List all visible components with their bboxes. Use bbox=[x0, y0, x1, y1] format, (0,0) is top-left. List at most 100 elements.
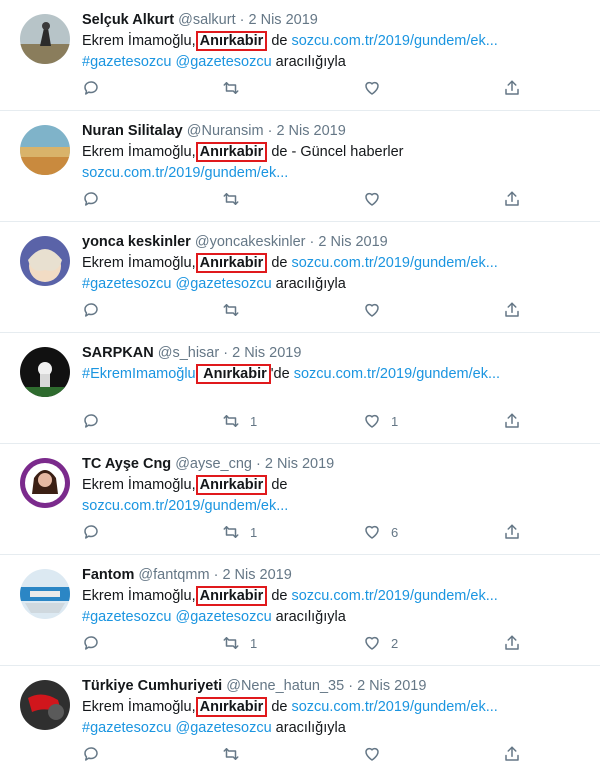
hashtag-link[interactable]: #gazetesozcu bbox=[82, 276, 171, 292]
user-handle[interactable]: @s_hisar bbox=[158, 345, 219, 361]
tweet-item[interactable]: Selçuk Alkurt @salkurt · 2 Nis 2019 Ekre… bbox=[0, 0, 600, 111]
tweet-date[interactable]: 2 Nis 2019 bbox=[276, 123, 345, 139]
like-button[interactable]: 2 bbox=[363, 633, 398, 653]
tweet-content: Nuran Silitalay @Nuransim · 2 Nis 2019 E… bbox=[82, 121, 592, 184]
tweet-item[interactable]: yonca keskinler @yoncakeskinler · 2 Nis … bbox=[0, 222, 600, 333]
separator-dot: · bbox=[213, 567, 219, 583]
avatar[interactable] bbox=[20, 125, 70, 175]
user-handle[interactable]: @yoncakeskinler bbox=[195, 234, 306, 250]
share-button[interactable] bbox=[503, 189, 521, 209]
user-handle[interactable]: @ayse_cng bbox=[175, 456, 252, 472]
tweet-date[interactable]: 2 Nis 2019 bbox=[318, 234, 387, 250]
user-handle[interactable]: @Nene_hatun_35 bbox=[226, 678, 344, 694]
highlighted-word: Anırkabir bbox=[195, 586, 268, 606]
display-name[interactable]: Fantom bbox=[82, 567, 134, 583]
avatar[interactable] bbox=[20, 680, 70, 730]
tweet-item[interactable]: Nuran Silitalay @Nuransim · 2 Nis 2019 E… bbox=[0, 111, 600, 222]
display-name[interactable]: TC Ayşe Cng bbox=[82, 456, 171, 472]
user-handle[interactable]: @Nuransim bbox=[187, 123, 264, 139]
avatar[interactable] bbox=[20, 569, 70, 619]
tweet-date[interactable]: 2 Nis 2019 bbox=[265, 456, 334, 472]
separator-dot: · bbox=[267, 123, 273, 139]
like-button[interactable] bbox=[363, 78, 391, 98]
share-button[interactable] bbox=[503, 411, 521, 431]
share-button[interactable] bbox=[503, 633, 521, 653]
retweet-button[interactable]: 1 bbox=[222, 411, 257, 431]
mention-link[interactable]: @gazetesozcu bbox=[176, 609, 272, 625]
highlighted-word: Anırkabir bbox=[195, 31, 268, 51]
like-button[interactable]: 1 bbox=[363, 411, 398, 431]
article-link[interactable]: sozcu.com.tr/2019/gundem/ek... bbox=[82, 498, 288, 514]
user-handle[interactable]: @fantqmm bbox=[138, 567, 209, 583]
reply-button[interactable] bbox=[82, 633, 100, 653]
avatar[interactable] bbox=[20, 347, 70, 397]
display-name[interactable]: Nuran Silitalay bbox=[82, 123, 183, 139]
tweet-text: Ekrem İmamoğlu, Anırkabir de sozcu.com.tr/… bbox=[82, 475, 592, 517]
article-link[interactable]: sozcu.com.tr/2019/gundem/ek... bbox=[82, 165, 288, 181]
share-button[interactable] bbox=[503, 300, 521, 320]
share-button[interactable] bbox=[503, 522, 521, 542]
tweet-actions bbox=[82, 78, 532, 98]
retweet-button[interactable] bbox=[222, 300, 250, 320]
article-link[interactable]: sozcu.com.tr/2019/gundem/ek... bbox=[291, 699, 497, 715]
hashtag-link[interactable]: #EkremImamoğlu bbox=[82, 366, 196, 382]
article-link[interactable]: sozcu.com.tr/2019/gundem/ek... bbox=[291, 255, 497, 271]
tweet-text: #EkremImamoğlu Anırkabir'de sozcu.com.tr… bbox=[82, 364, 592, 385]
article-link[interactable]: sozcu.com.tr/2019/gundem/ek... bbox=[291, 33, 497, 49]
retweet-button[interactable] bbox=[222, 189, 250, 209]
avatar[interactable] bbox=[20, 14, 70, 64]
article-link[interactable]: sozcu.com.tr/2019/gundem/ek... bbox=[291, 588, 497, 604]
mention-link[interactable]: @gazetesozcu bbox=[176, 276, 272, 292]
tweet-content: yonca keskinler @yoncakeskinler · 2 Nis … bbox=[82, 232, 592, 295]
user-handle[interactable]: @salkurt bbox=[178, 12, 235, 28]
display-name[interactable]: Selçuk Alkurt bbox=[82, 12, 174, 28]
reply-button[interactable] bbox=[82, 78, 100, 98]
tweet-date[interactable]: 2 Nis 2019 bbox=[249, 12, 318, 28]
reply-button[interactable] bbox=[82, 411, 100, 431]
retweet-button[interactable] bbox=[222, 78, 250, 98]
retweet-button[interactable] bbox=[222, 744, 250, 764]
reply-button[interactable] bbox=[82, 744, 100, 764]
share-icon bbox=[503, 301, 521, 319]
display-name[interactable]: yonca keskinler bbox=[82, 234, 191, 250]
tweet-item[interactable]: TC Ayşe Cng @ayse_cng · 2 Nis 2019 Ekrem… bbox=[0, 444, 600, 555]
mention-link[interactable]: @gazetesozcu bbox=[176, 720, 272, 736]
tweet-item[interactable]: Türkiye Cumhuriyeti @Nene_hatun_35 · 2 N… bbox=[0, 666, 600, 777]
reply-button[interactable] bbox=[82, 522, 100, 542]
share-button[interactable] bbox=[503, 78, 521, 98]
tweet-item[interactable]: SARPKAN @s_hisar · 2 Nis 2019 #EkremImam… bbox=[0, 333, 600, 444]
avatar-image bbox=[20, 347, 70, 397]
like-button[interactable] bbox=[363, 744, 391, 764]
hashtag-link[interactable]: #gazetesozcu bbox=[82, 609, 171, 625]
hashtag-link[interactable]: #gazetesozcu bbox=[82, 54, 171, 70]
reply-button[interactable] bbox=[82, 300, 100, 320]
retweet-button[interactable]: 1 bbox=[222, 522, 257, 542]
tweet-line-2: #gazetesozcu @gazetesozcu aracılığıyla bbox=[82, 52, 592, 73]
tweet-header: Nuran Silitalay @Nuransim · 2 Nis 2019 bbox=[82, 121, 592, 141]
retweet-button[interactable]: 1 bbox=[222, 633, 257, 653]
tweet-header: Selçuk Alkurt @salkurt · 2 Nis 2019 bbox=[82, 10, 592, 30]
avatar[interactable] bbox=[20, 458, 70, 508]
hashtag-link[interactable]: #gazetesozcu bbox=[82, 720, 171, 736]
mention-link[interactable]: @gazetesozcu bbox=[176, 54, 272, 70]
share-button[interactable] bbox=[503, 744, 521, 764]
share-icon bbox=[503, 412, 521, 430]
highlighted-word: Anırkabir bbox=[195, 364, 271, 384]
tweet-actions bbox=[82, 300, 532, 320]
like-button[interactable] bbox=[363, 189, 391, 209]
tweet-item[interactable]: Fantom @fantqmm · 2 Nis 2019 Ekrem İmamo… bbox=[0, 555, 600, 666]
tweet-date[interactable]: 2 Nis 2019 bbox=[357, 678, 426, 694]
article-link[interactable]: sozcu.com.tr/2019/gundem/ek... bbox=[294, 366, 500, 382]
reply-button[interactable] bbox=[82, 189, 100, 209]
highlighted-word: Anırkabir bbox=[195, 142, 268, 162]
avatar[interactable] bbox=[20, 236, 70, 286]
tweet-header: yonca keskinler @yoncakeskinler · 2 Nis … bbox=[82, 232, 592, 252]
like-button[interactable]: 6 bbox=[363, 522, 398, 542]
like-button[interactable] bbox=[363, 300, 391, 320]
tweet-line-2: sozcu.com.tr/2019/gundem/ek... bbox=[82, 496, 592, 517]
tweet-date[interactable]: 2 Nis 2019 bbox=[232, 345, 301, 361]
tweet-line-1: Ekrem İmamoğlu, Anırkabir de sozcu.com.tr… bbox=[82, 31, 592, 52]
tweet-date[interactable]: 2 Nis 2019 bbox=[222, 567, 291, 583]
display-name[interactable]: SARPKAN bbox=[82, 345, 154, 361]
display-name[interactable]: Türkiye Cumhuriyeti bbox=[82, 678, 222, 694]
